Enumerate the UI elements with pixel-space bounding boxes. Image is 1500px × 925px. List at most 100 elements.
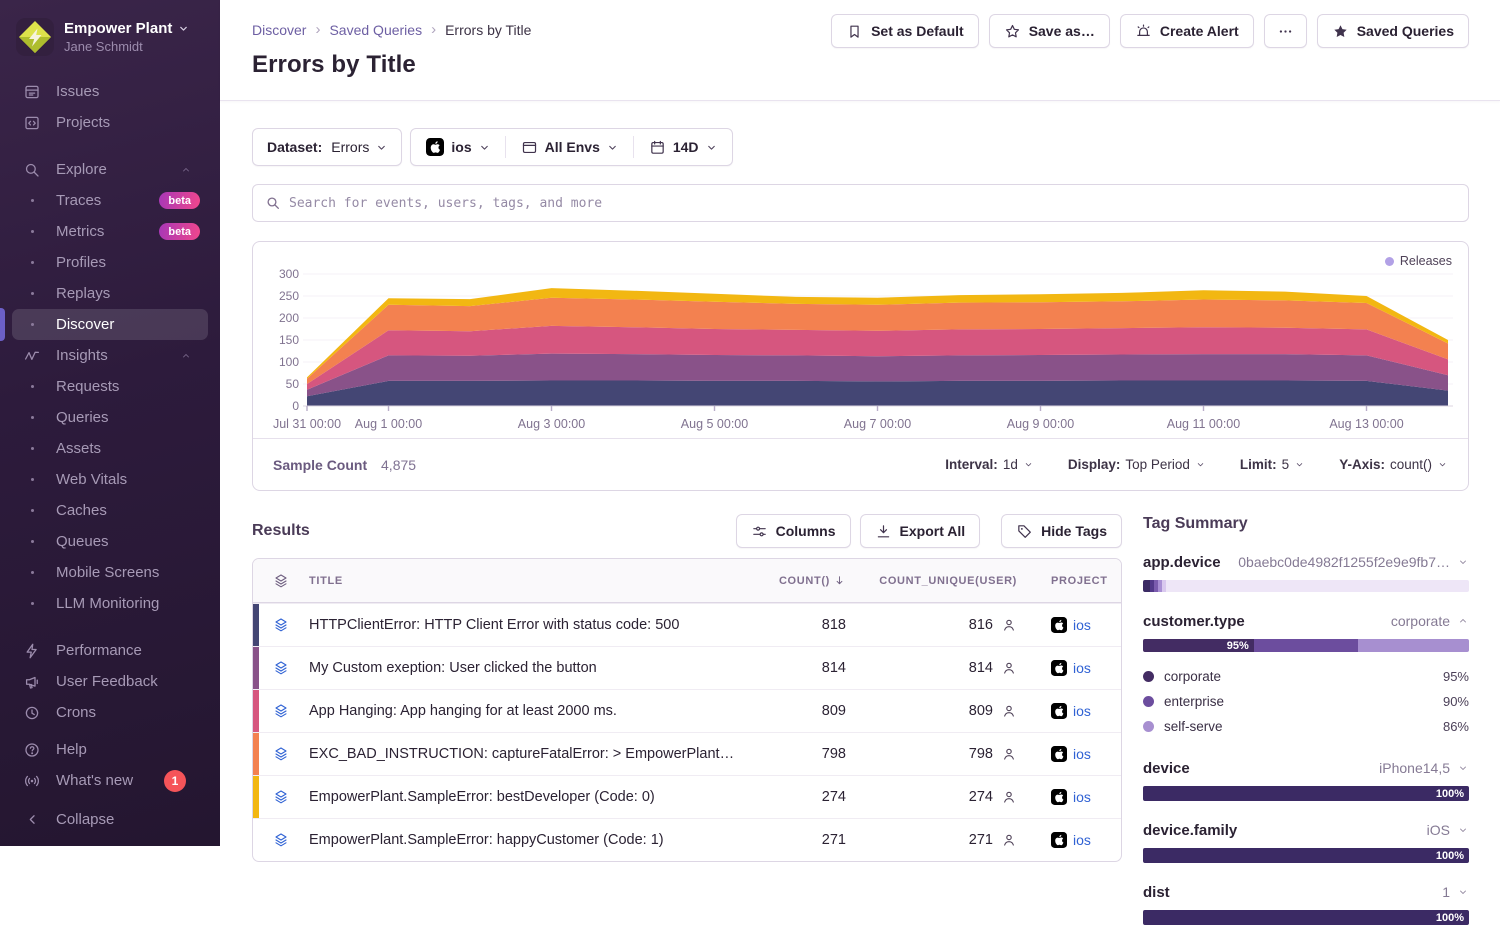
interval-selector[interactable]: Interval:1d xyxy=(945,457,1034,472)
svg-text:200: 200 xyxy=(279,311,299,325)
table-row: EXC_BAD_INSTRUCTION: captureFatalError: … xyxy=(253,732,1121,775)
sidebar-item-discover[interactable]: Discover xyxy=(12,309,208,340)
search-input[interactable] xyxy=(289,196,1456,211)
sidebar-item-label: Requests xyxy=(56,378,119,395)
y-axis-selector[interactable]: Y-Axis:count() xyxy=(1339,457,1448,472)
sidebar-item-queues[interactable]: Queues xyxy=(12,526,208,557)
results-table: TITLECOUNT()COUNT_UNIQUE(USER)PROJECTHTT… xyxy=(252,558,1122,862)
count-unique-value: 798 xyxy=(969,746,993,762)
tag-header[interactable]: deviceiPhone14,5 xyxy=(1143,760,1469,777)
count-value: 814 xyxy=(736,660,846,676)
tag-distribution-bar[interactable]: 100% xyxy=(1143,848,1469,863)
limit-selector[interactable]: Limit:5 xyxy=(1240,457,1305,472)
column-header-project[interactable]: PROJECT xyxy=(1051,575,1108,587)
tag-header[interactable]: customer.typecorporate xyxy=(1143,613,1469,630)
save-as-button[interactable]: Save as… xyxy=(989,14,1110,48)
sidebar-item-profiles[interactable]: Profiles xyxy=(12,247,208,278)
set-as-default-button[interactable]: Set as Default xyxy=(831,14,979,48)
project-link[interactable]: ios xyxy=(1073,617,1091,633)
sidebar-item-caches[interactable]: Caches xyxy=(12,495,208,526)
series-swatch xyxy=(253,776,259,818)
export-all-button[interactable]: Export All xyxy=(860,514,981,548)
sidebar-item-mobile-screens[interactable]: Mobile Screens xyxy=(12,557,208,588)
sidebar-item-requests[interactable]: Requests xyxy=(12,371,208,402)
sidebar-item-help[interactable]: Help xyxy=(12,734,208,765)
ellipsis-button[interactable] xyxy=(1264,14,1307,48)
sidebar-group-explore[interactable]: Explore xyxy=(12,154,208,185)
chevron-down-icon xyxy=(706,142,717,153)
segment-percentage: 100% xyxy=(1436,912,1464,924)
svg-text:Aug 11 00:00: Aug 11 00:00 xyxy=(1167,417,1240,431)
tag-value-row[interactable]: self-serve86% xyxy=(1143,714,1469,739)
bullet-icon xyxy=(31,261,34,264)
releases-dot-icon xyxy=(1385,257,1394,266)
collapse-button[interactable]: Collapse xyxy=(12,804,208,835)
apple-icon xyxy=(1051,789,1067,805)
dataset-selector[interactable]: Dataset: Errors xyxy=(252,128,402,166)
tag-distribution-bar[interactable] xyxy=(1143,580,1469,592)
chevron-down-icon xyxy=(178,23,189,34)
sidebar-nav: IssuesProjects ExploreTracesbetaMetricsbe… xyxy=(0,70,220,796)
tag-header[interactable]: dist1 xyxy=(1143,884,1469,901)
saved-queries-button[interactable]: Saved Queries xyxy=(1317,14,1469,48)
control-label: Display: xyxy=(1068,457,1121,472)
tag-block-device-family: device.familyiOS 100% xyxy=(1143,822,1469,863)
sidebar-item-traces[interactable]: Tracesbeta xyxy=(12,185,208,216)
stack-icon[interactable] xyxy=(273,660,289,676)
sidebar-item-user-feedback[interactable]: User Feedback xyxy=(12,666,208,697)
sidebar-item-assets[interactable]: Assets xyxy=(12,433,208,464)
tag-value-row[interactable]: corporate95% xyxy=(1143,664,1469,689)
project-link[interactable]: ios xyxy=(1073,746,1091,762)
apple-icon xyxy=(1051,703,1067,719)
column-header-title[interactable]: TITLE xyxy=(309,575,343,587)
project-link[interactable]: ios xyxy=(1073,703,1091,719)
sidebar-item-web-vitals[interactable]: Web Vitals xyxy=(12,464,208,495)
tag-distribution-bar[interactable]: 95% xyxy=(1143,639,1469,652)
sidebar-item-label: Metrics xyxy=(56,223,104,240)
count-value: 798 xyxy=(736,746,846,762)
tag-name: dist xyxy=(1143,884,1170,901)
tag-distribution-bar[interactable]: 100% xyxy=(1143,910,1469,925)
area-chart[interactable]: Jul 31 00:00Aug 1 00:00Aug 3 00:00Aug 5 … xyxy=(253,242,1468,438)
person-icon xyxy=(1001,660,1017,676)
breadcrumb-item-errors-by-title: Errors by Title xyxy=(445,22,531,38)
breadcrumb-item-saved-queries[interactable]: Saved Queries xyxy=(329,22,422,38)
sidebar-item-crons[interactable]: Crons xyxy=(12,697,208,728)
sidebar-item-issues[interactable]: Issues xyxy=(12,76,208,107)
date-range-filter[interactable]: 14D xyxy=(634,129,732,165)
columns-button[interactable]: Columns xyxy=(736,514,851,548)
sidebar-group-insights[interactable]: Insights xyxy=(12,340,208,371)
project-link[interactable]: ios xyxy=(1073,660,1091,676)
notification-badge: 1 xyxy=(164,770,186,792)
hide-tags-button[interactable]: Hide Tags xyxy=(1001,514,1122,548)
environment-filter[interactable]: All Envs xyxy=(506,129,633,165)
sidebar-item-projects[interactable]: Projects xyxy=(12,107,208,138)
error-title: App Hanging: App hanging for at least 20… xyxy=(309,703,736,719)
tag-header[interactable]: device.familyiOS xyxy=(1143,822,1469,839)
column-header-count[interactable]: COUNT() xyxy=(779,575,830,587)
sidebar-item-queries[interactable]: Queries xyxy=(12,402,208,433)
tag-value-row[interactable]: enterprise90% xyxy=(1143,689,1469,714)
sidebar-item-llm-monitoring[interactable]: LLM Monitoring xyxy=(12,588,208,619)
project-filter[interactable]: ios xyxy=(411,129,504,165)
stack-icon[interactable] xyxy=(273,789,289,805)
sidebar-item-what-s-new[interactable]: What's new 1 xyxy=(12,765,208,796)
create-alert-button[interactable]: Create Alert xyxy=(1120,14,1254,48)
breadcrumb-item-discover[interactable]: Discover xyxy=(252,22,306,38)
svg-text:Aug 3 00:00: Aug 3 00:00 xyxy=(518,417,585,431)
sidebar-item-label: What's new xyxy=(56,772,133,789)
stack-icon[interactable] xyxy=(273,746,289,762)
tag-distribution-bar[interactable]: 100% xyxy=(1143,786,1469,801)
project-link[interactable]: ios xyxy=(1073,789,1091,805)
chevron-up-icon xyxy=(176,164,196,176)
tag-header[interactable]: app.device0baebc0de4982f1255f2e9e9fb7… xyxy=(1143,554,1469,571)
column-header-count-unique[interactable]: COUNT_UNIQUE(USER) xyxy=(879,575,1017,587)
display-selector[interactable]: Display:Top Period xyxy=(1068,457,1206,472)
stack-icon[interactable] xyxy=(273,617,289,633)
stack-icon[interactable] xyxy=(273,703,289,719)
sidebar-item-performance[interactable]: Performance xyxy=(12,635,208,666)
sidebar-item-metrics[interactable]: Metricsbeta xyxy=(12,216,208,247)
bullet-icon xyxy=(31,199,34,202)
sidebar-item-replays[interactable]: Replays xyxy=(12,278,208,309)
org-switcher[interactable]: Empower Plant Jane Schmidt xyxy=(0,0,220,70)
